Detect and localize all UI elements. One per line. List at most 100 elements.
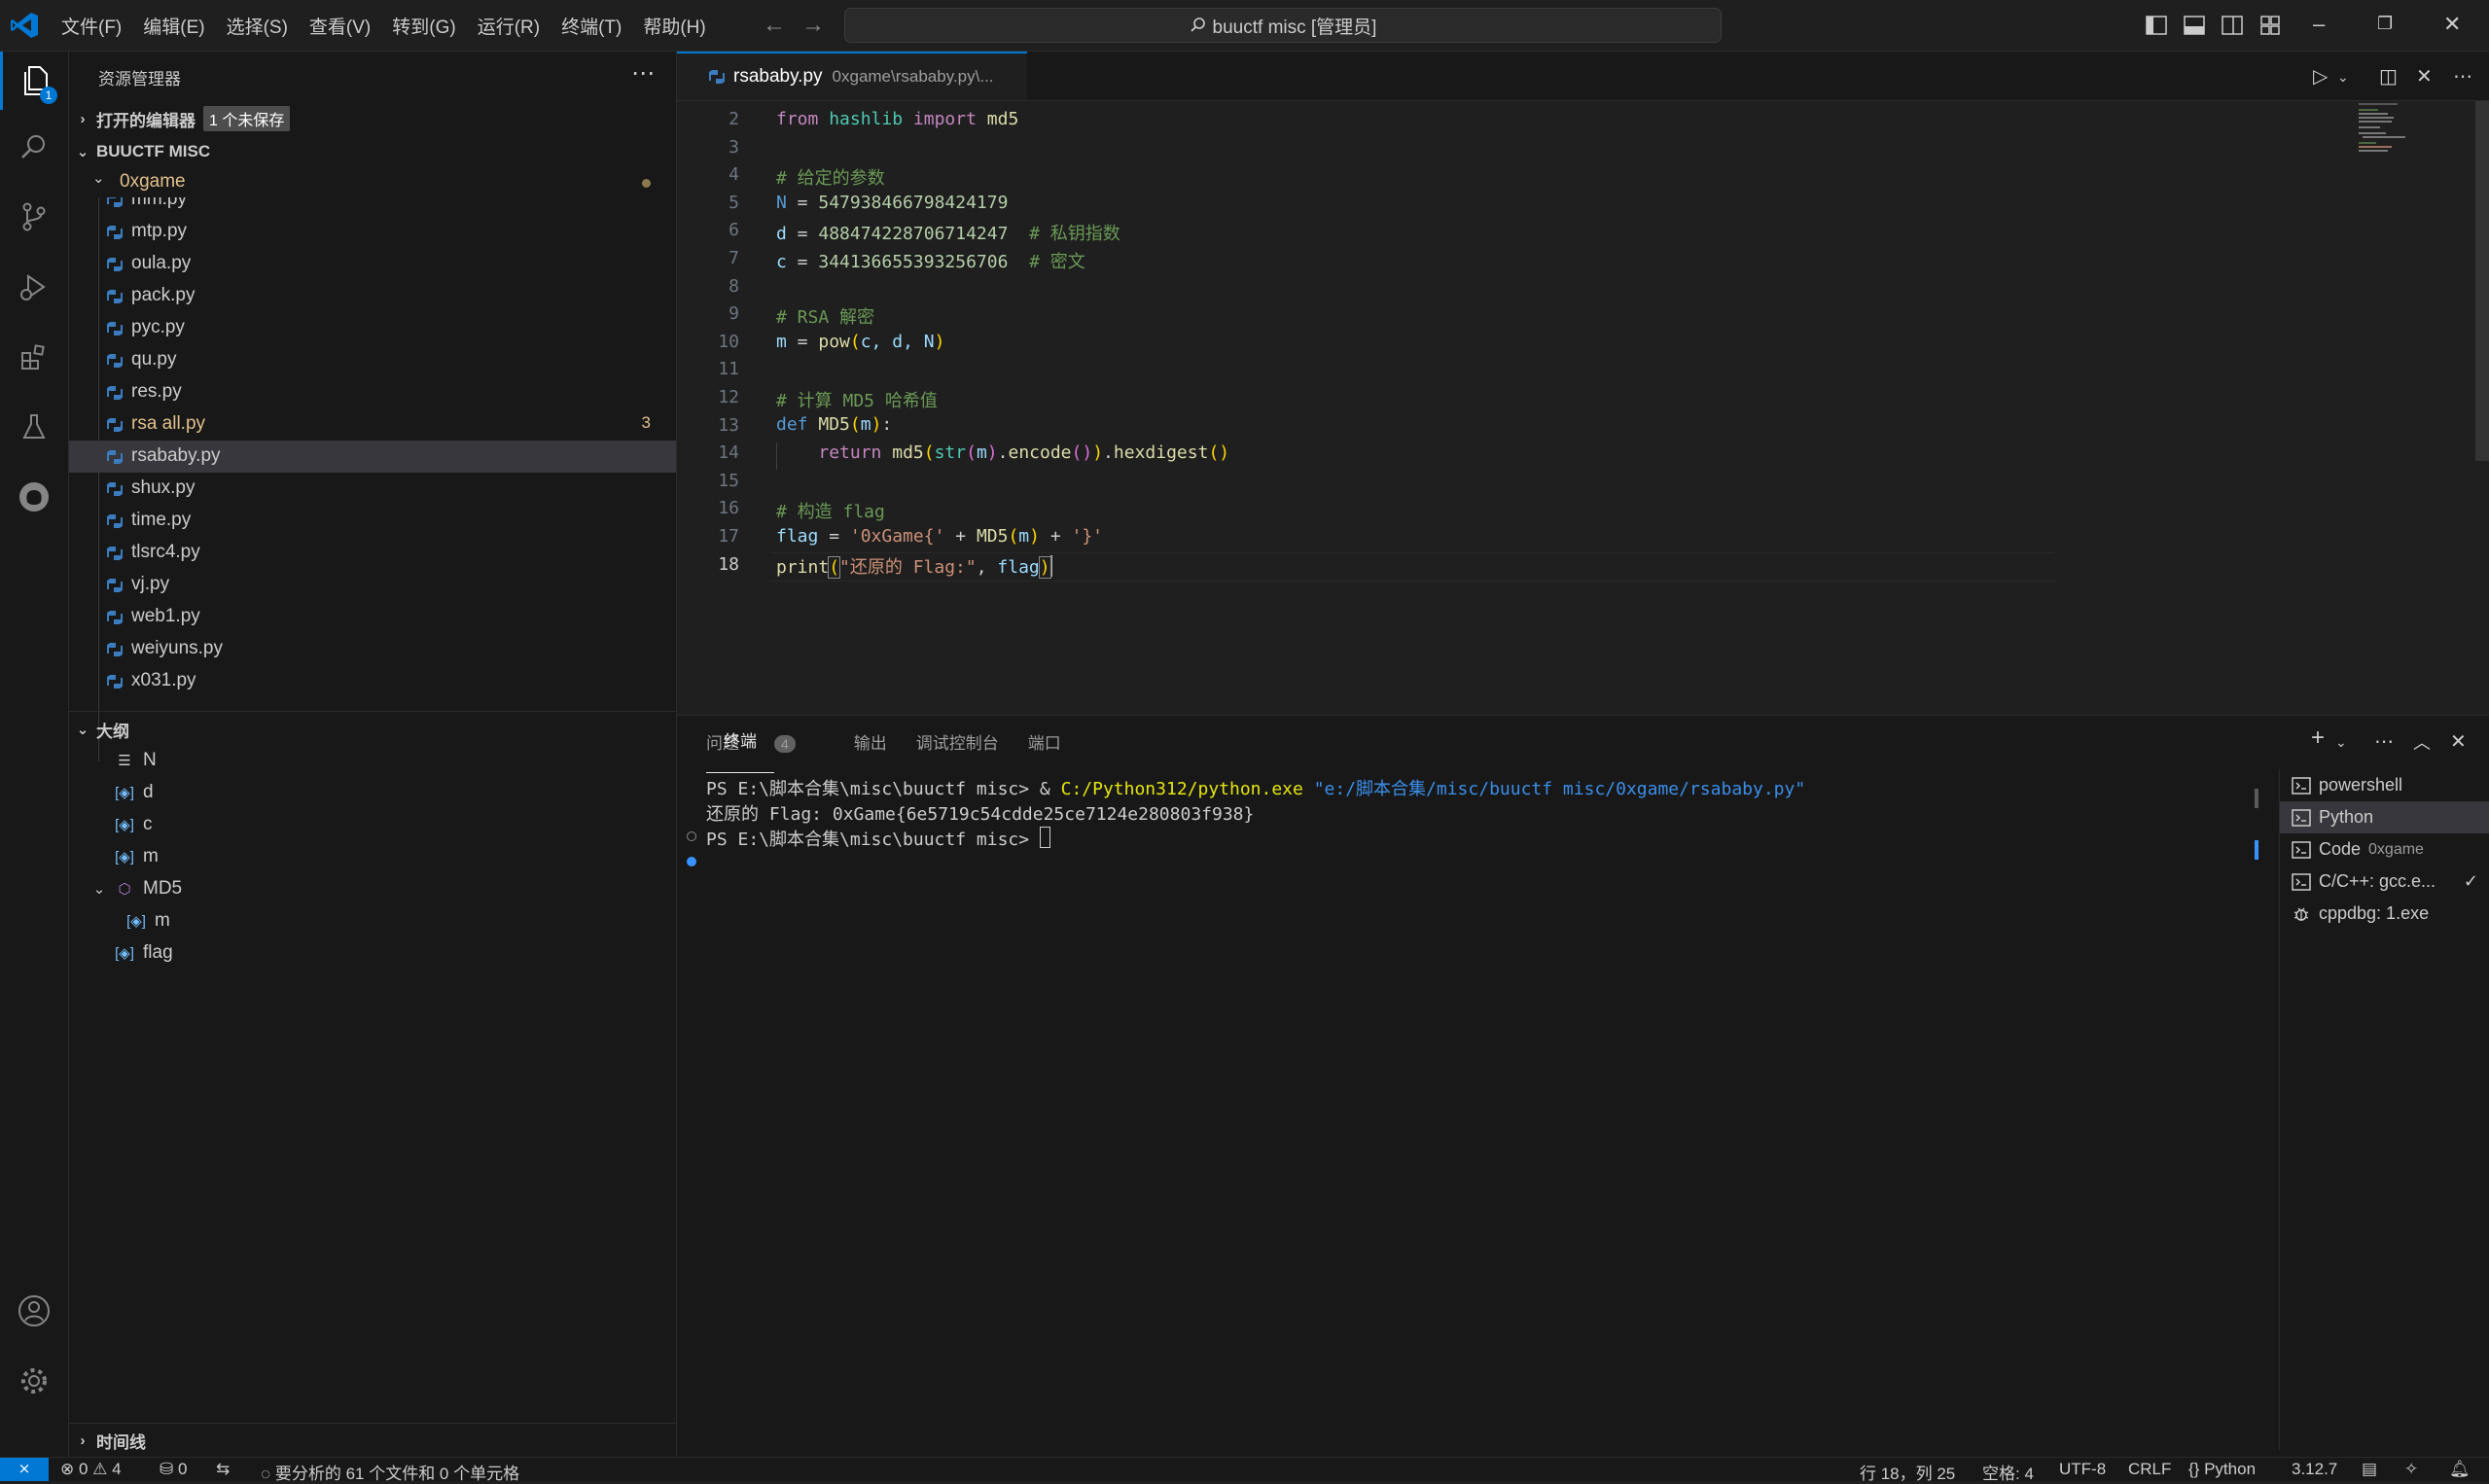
- extensions-activity[interactable]: [0, 328, 68, 386]
- toggle-secondary-sidebar-icon[interactable]: [2221, 14, 2244, 37]
- more-actions-icon[interactable]: ⋯: [2374, 729, 2394, 754]
- github-activity[interactable]: [0, 468, 68, 526]
- line-ending[interactable]: CRLF: [2128, 1460, 2171, 1479]
- toggle-panel-icon[interactable]: [2183, 14, 2206, 37]
- file-name: mtp.py: [131, 221, 188, 241]
- file-item[interactable]: shux.py: [69, 473, 676, 505]
- indentation[interactable]: 空格: 4: [1982, 1460, 2034, 1484]
- menu-view[interactable]: 查看(V): [299, 13, 381, 39]
- file-item[interactable]: res.py: [69, 376, 676, 408]
- outline-item-function[interactable]: ⌄ ⬡ MD5: [87, 872, 182, 904]
- terminal-item[interactable]: cppdbg: 1.exe: [2280, 898, 2489, 930]
- menu-selection[interactable]: 选择(S): [216, 13, 299, 39]
- copilot-icon[interactable]: ✧: [2404, 1460, 2418, 1479]
- explorer-activity[interactable]: 1: [0, 52, 68, 110]
- menu-run[interactable]: 运行(R): [467, 13, 551, 39]
- close-editor-icon[interactable]: ✕: [2416, 64, 2433, 88]
- tab-output[interactable]: 输出: [854, 729, 887, 754]
- sync-icon[interactable]: ⇆: [216, 1460, 230, 1479]
- testing-activity[interactable]: [0, 398, 68, 456]
- forward-arrow-icon[interactable]: →: [801, 12, 825, 39]
- minimap[interactable]: [2359, 101, 2436, 159]
- file-item[interactable]: pyc.py: [69, 312, 676, 344]
- terminal-line: PS E:\脚本合集\misc\buuctf misc> & C:/Python…: [706, 779, 1806, 799]
- back-arrow-icon[interactable]: ←: [763, 12, 786, 39]
- file-item[interactable]: web1.py: [69, 601, 676, 633]
- terminal-item[interactable]: powershell: [2280, 769, 2489, 801]
- file-item[interactable]: vj.py: [69, 569, 676, 601]
- close-panel-icon[interactable]: ✕: [2450, 729, 2467, 754]
- outline-item[interactable]: [◈] m: [124, 904, 170, 936]
- outline-item[interactable]: ☰ N: [112, 744, 156, 776]
- search-activity[interactable]: [0, 118, 68, 176]
- more-actions-icon[interactable]: ⋯: [631, 59, 655, 88]
- restore-icon[interactable]: ❐: [2377, 14, 2393, 34]
- timeline-section[interactable]: › 时间线: [69, 1426, 676, 1455]
- workspace-section[interactable]: ⌄ BUUCTF MISC: [69, 137, 676, 166]
- file-item[interactable]: qu.py: [69, 344, 676, 376]
- file-item[interactable]: tlsrc4.py: [69, 537, 676, 569]
- tab-terminal[interactable]: 终端: [706, 710, 774, 773]
- python-file-icon: [709, 70, 725, 84]
- open-editors-section[interactable]: › 打开的编辑器 1 个未保存: [69, 104, 676, 133]
- source-control-activity[interactable]: [0, 188, 68, 246]
- split-editor-icon[interactable]: ◫: [2379, 64, 2398, 88]
- terminal-item[interactable]: C/C++: gcc.e... ✓: [2280, 866, 2489, 898]
- file-item[interactable]: mtp.py: [69, 216, 676, 248]
- outline-item[interactable]: [◈] m: [112, 840, 159, 872]
- variable-icon: [◈]: [115, 816, 134, 833]
- analysis-status[interactable]: ◌ 要分析的 61 个文件和 0 个单元格: [261, 1460, 519, 1484]
- customize-layout-icon[interactable]: [2258, 14, 2282, 37]
- notifications-icon[interactable]: 🔔︎: [2449, 1460, 2471, 1479]
- file-item[interactable]: time.py: [69, 505, 676, 537]
- command-center[interactable]: buuctf misc [管理员]: [844, 8, 1722, 43]
- file-item[interactable]: pack.py: [69, 280, 676, 312]
- menu-terminal[interactable]: 终端(T): [551, 13, 632, 39]
- file-item[interactable]: weiyuns.py: [69, 633, 676, 665]
- more-actions-icon[interactable]: ⋯: [2453, 64, 2472, 88]
- tab-ports[interactable]: 端口: [1028, 729, 1061, 754]
- ports-status[interactable]: ⛁ 0: [160, 1460, 187, 1479]
- editor-scrollbar[interactable]: [2475, 101, 2489, 461]
- terminal-item[interactable]: Code 0xgame: [2280, 833, 2489, 866]
- file-info-icon[interactable]: ▤: [2362, 1460, 2377, 1479]
- code-editor[interactable]: 2 3 4 5 6 7 8 9 10 11 12 13 14 15 16 17 18 from hashlib …: [677, 101, 2489, 714]
- run-file-icon[interactable]: ▷: [2313, 64, 2328, 88]
- menu-edit[interactable]: 编辑(E): [132, 13, 215, 39]
- menu-help[interactable]: 帮助(H): [632, 13, 716, 39]
- vscode-logo-icon[interactable]: [10, 12, 39, 39]
- manage-activity[interactable]: [0, 1352, 68, 1410]
- terminal-item-selected[interactable]: Python: [2280, 801, 2489, 833]
- language-mode[interactable]: {} Python: [2188, 1460, 2256, 1479]
- python-version[interactable]: 3.12.7: [2292, 1460, 2337, 1479]
- tab-rsababy[interactable]: rsababy.py 0xgame\rsababy.py\...: [677, 52, 1027, 100]
- cursor-position[interactable]: 行 18，列 25: [1860, 1460, 1955, 1484]
- file-item-selected[interactable]: rsababy.py: [69, 441, 676, 473]
- unsaved-badge: 1 个未保存: [203, 106, 291, 131]
- menu-file[interactable]: 文件(F): [51, 13, 132, 39]
- outline-item[interactable]: [◈] flag: [112, 936, 173, 969]
- line-number: 4: [729, 164, 739, 186]
- file-item[interactable]: x031.py: [69, 665, 676, 697]
- outline-item[interactable]: [◈] c: [112, 808, 152, 840]
- encoding[interactable]: UTF-8: [2059, 1460, 2106, 1479]
- remote-icon[interactable]: ⨯: [0, 1458, 49, 1481]
- accounts-activity[interactable]: [0, 1282, 68, 1340]
- chevron-down-icon[interactable]: ⌄: [2335, 734, 2347, 751]
- menu-go[interactable]: 转到(G): [381, 13, 466, 39]
- new-terminal-icon[interactable]: +: [2311, 724, 2325, 752]
- folder-0xgame[interactable]: ⌄ 0xgame: [69, 167, 676, 196]
- maximize-panel-icon[interactable]: ︿: [2413, 729, 2431, 755]
- file-item[interactable]: mm.py: [69, 197, 676, 216]
- outline-section[interactable]: ⌄ 大纲: [69, 715, 676, 744]
- toggle-primary-sidebar-icon[interactable]: [2145, 14, 2168, 37]
- chevron-down-icon[interactable]: ⌄: [2337, 69, 2349, 86]
- minimize-icon[interactable]: –: [2313, 12, 2325, 37]
- run-debug-activity[interactable]: [0, 258, 68, 316]
- file-item[interactable]: oula.py: [69, 248, 676, 280]
- outline-item[interactable]: [◈] d: [112, 776, 154, 808]
- file-item[interactable]: rsa all.py 3: [69, 408, 676, 441]
- tab-debug-console[interactable]: 调试控制台: [916, 729, 999, 754]
- problems-status[interactable]: ⊗ 0 ⚠ 4: [60, 1460, 122, 1479]
- close-window-icon[interactable]: ✕: [2443, 12, 2461, 37]
